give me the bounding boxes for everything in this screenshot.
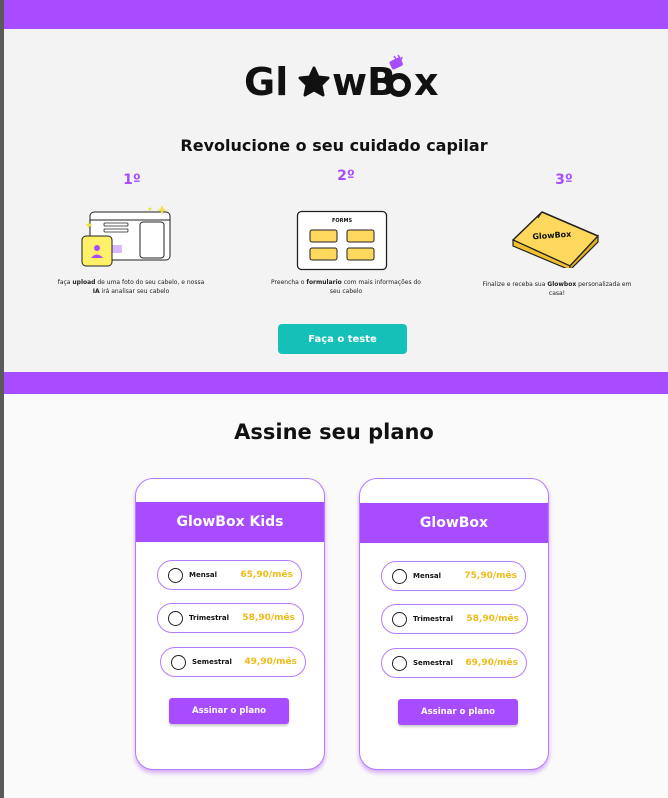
option-price: 49,90/mês bbox=[244, 657, 297, 667]
step-2-number: 2º bbox=[337, 168, 355, 184]
option-label: Trimestral bbox=[413, 615, 453, 623]
upload-photo-illustration bbox=[81, 205, 171, 267]
radio-button[interactable] bbox=[168, 567, 183, 583]
plan-card-glowbox: GlowBox Mensal 75,90/mês Trimestral 58,9… bbox=[359, 478, 549, 770]
glowbox-package-illustration: GlowBox bbox=[512, 211, 599, 268]
step-3-description: Finalize e receba sua Glowbox personaliz… bbox=[482, 281, 632, 297]
star-icon bbox=[298, 66, 330, 97]
option-label: Mensal bbox=[189, 571, 217, 579]
form-illustration: FORMS bbox=[296, 210, 388, 271]
hero-headline: Revolucione o seu cuidado capilar bbox=[180, 136, 488, 155]
step-2-description: Preencha o formulario com mais informaçõ… bbox=[271, 279, 421, 295]
option-label: Semestral bbox=[413, 659, 453, 667]
plan-option-semiannual[interactable]: Semestral 49,90/mês bbox=[160, 647, 306, 677]
option-price: 58,90/mês bbox=[242, 613, 295, 623]
plan-card-title: GlowBox Kids bbox=[136, 502, 324, 542]
option-label: Mensal bbox=[413, 572, 441, 580]
plans-section bbox=[4, 394, 668, 798]
section-divider-banner bbox=[4, 372, 668, 394]
step-1-number: 1º bbox=[123, 172, 141, 188]
top-banner bbox=[4, 0, 668, 29]
option-price: 65,90/mês bbox=[240, 570, 293, 580]
plans-title: Assine seu plano bbox=[234, 420, 434, 444]
radio-button[interactable] bbox=[168, 610, 183, 626]
take-test-button[interactable]: Faça o teste bbox=[278, 324, 407, 354]
radio-button[interactable] bbox=[392, 568, 407, 584]
radio-button[interactable] bbox=[171, 654, 186, 670]
subscribe-button[interactable]: Assinar o plano bbox=[169, 698, 289, 724]
form-image-label: FORMS bbox=[332, 218, 352, 224]
logo-o-letter bbox=[387, 73, 411, 97]
plan-option-quarterly[interactable]: Trimestral 58,90/mês bbox=[381, 604, 528, 634]
option-price: 75,90/mês bbox=[464, 571, 517, 581]
subscribe-button[interactable]: Assinar o plano bbox=[398, 699, 518, 725]
plan-option-monthly[interactable]: Mensal 65,90/mês bbox=[157, 560, 302, 590]
plan-card-kids: GlowBox Kids Mensal 65,90/mês Trimestral… bbox=[135, 478, 325, 770]
plan-option-quarterly[interactable]: Trimestral 58,90/mês bbox=[157, 603, 304, 633]
plan-card-title: GlowBox bbox=[360, 503, 548, 543]
radio-button[interactable] bbox=[392, 611, 407, 627]
option-label: Trimestral bbox=[189, 614, 229, 622]
glowbox-logo: Gl wB x bbox=[244, 54, 444, 106]
option-price: 69,90/mês bbox=[465, 658, 518, 668]
plan-option-semiannual[interactable]: Semestral 69,90/mês bbox=[381, 648, 527, 678]
radio-button[interactable] bbox=[392, 655, 407, 671]
logo-text-end: x bbox=[414, 60, 439, 104]
logo-text-start: Gl bbox=[244, 60, 289, 104]
window-edge bbox=[0, 0, 4, 798]
option-label: Semestral bbox=[192, 658, 232, 666]
step-1-description: faça upload de uma foto do seu cabelo, e… bbox=[57, 279, 205, 295]
plan-option-monthly[interactable]: Mensal 75,90/mês bbox=[381, 561, 526, 591]
step-3-number: 3º bbox=[555, 172, 573, 188]
option-price: 58,90/mês bbox=[466, 614, 519, 624]
